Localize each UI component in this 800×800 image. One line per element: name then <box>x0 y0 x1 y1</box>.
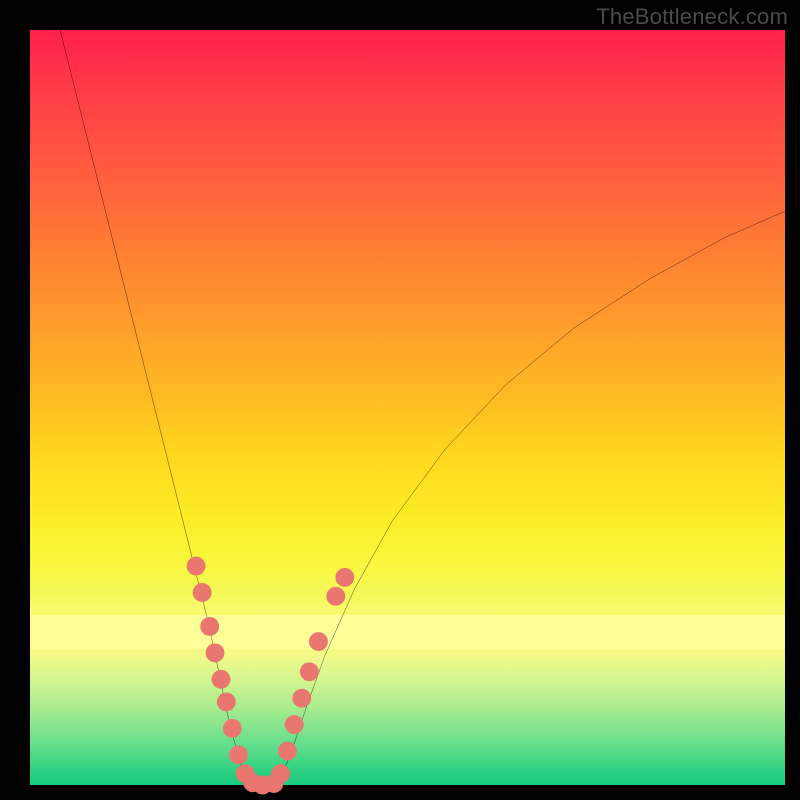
marker-dot <box>326 587 345 606</box>
marker-dot <box>309 632 328 651</box>
marker-dot <box>292 689 311 708</box>
bottleneck-curve <box>60 30 785 785</box>
marker-dot <box>193 583 212 602</box>
marker-dot <box>335 568 354 587</box>
curve-layer <box>30 30 785 785</box>
marker-dot <box>187 557 206 576</box>
marker-dot <box>300 662 319 681</box>
marker-dot <box>229 745 248 764</box>
marker-dot <box>278 742 297 761</box>
marker-dot <box>285 715 304 734</box>
marker-dot <box>206 643 225 662</box>
marker-dot <box>271 764 290 783</box>
marker-dot <box>200 617 219 636</box>
marker-group <box>187 557 355 795</box>
watermark-text: TheBottleneck.com <box>596 4 788 30</box>
marker-dot <box>223 719 242 738</box>
marker-dot <box>212 670 231 689</box>
chart-frame: TheBottleneck.com <box>0 0 800 800</box>
marker-dot <box>217 693 236 712</box>
plot-area <box>30 30 785 785</box>
